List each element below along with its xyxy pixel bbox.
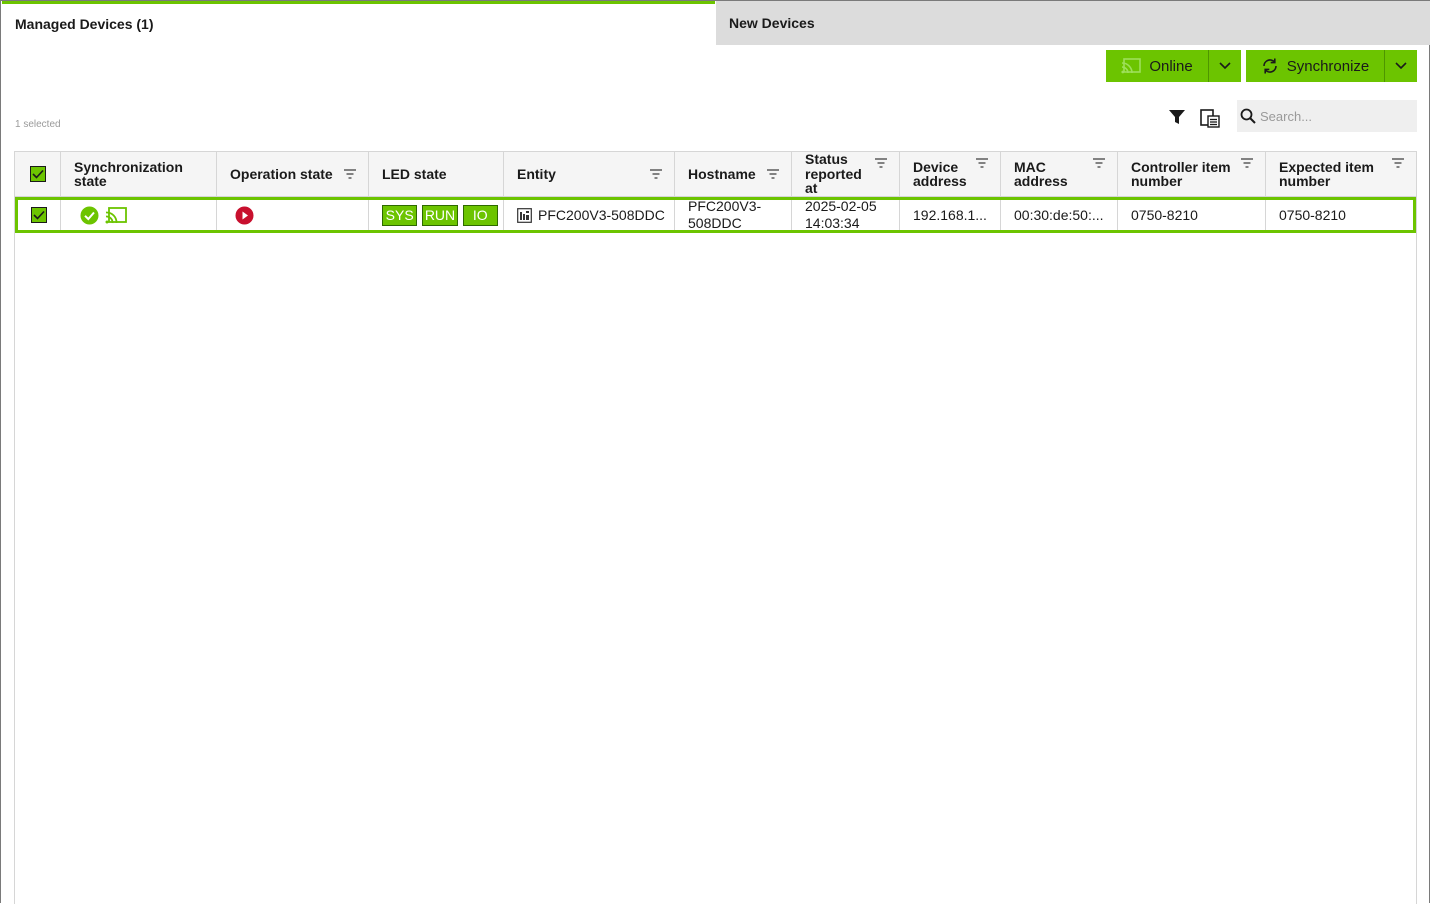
app-frame: Managed Devices (1) New Devices Online S… [0,0,1430,904]
filter-icon[interactable] [1167,107,1187,127]
entity-name: PFC200V3-508DDC [538,207,665,223]
led-io: IO [462,204,498,226]
header-label: Operation state [230,166,333,182]
chevron-down-icon [1219,62,1231,70]
header-label: Controller item number [1131,159,1231,189]
online-button[interactable]: Online [1106,50,1208,82]
cell-sync-state [61,200,217,230]
header-hostname[interactable]: Hostname [675,152,792,196]
cell-expected-item-number: 0750-8210 [1266,200,1413,230]
header-mac-address[interactable]: MAC address [1001,152,1118,196]
tab-new-devices[interactable]: New Devices [716,1,1430,45]
filter-menu-icon[interactable] [650,169,662,179]
row-select-cell [18,200,61,230]
header-status-reported-at[interactable]: Status reported at [792,152,900,196]
header-label: Entity [517,166,556,182]
check-circle-icon [80,206,99,224]
cell-device-address: 192.168.1... [900,200,1001,230]
select-all-checkbox[interactable] [29,166,46,182]
device-address-value: 192.168.1... [913,207,987,223]
cell-controller-item-number: 0750-8210 [1118,200,1266,230]
header-label: MAC address [1014,159,1068,189]
selected-count: 1 selected [15,119,61,130]
header-label: LED state [382,166,447,182]
cell-status-reported-at: 2025-02-05 14:03:34 [792,200,900,230]
header-label: Expected item number [1279,159,1374,189]
header-label: Hostname [688,166,756,182]
mac-address-value: 00:30:de:50:... [1014,207,1104,223]
controller-item-value: 0750-8210 [1131,207,1198,223]
cell-hostname: PFC200V3- 508DDC [675,200,792,230]
online-button-group: Online [1106,50,1241,82]
controller-device-icon [517,207,532,223]
filter-menu-icon[interactable] [976,158,988,168]
search-icon [1240,108,1256,124]
header-sync-state[interactable]: Synchronization state [61,152,217,196]
header-controller-item-number[interactable]: Controller item number [1118,152,1266,196]
grid-header: Synchronization state Operation state LED… [15,152,1416,197]
search-box [1237,100,1417,132]
synchronize-button-group: Synchronize [1246,50,1417,82]
filter-menu-icon[interactable] [767,169,779,179]
header-label: Device address [913,159,967,189]
cast-online-icon [105,206,127,223]
status-timestamp: 2025-02-05 14:03:34 [805,200,877,230]
online-dropdown-button[interactable] [1208,50,1241,82]
filter-menu-icon[interactable] [1241,158,1253,168]
search-input[interactable] [1260,108,1410,124]
column-settings-icon[interactable] [1199,107,1221,129]
header-led-state[interactable]: LED state [369,152,504,196]
header-device-address[interactable]: Device address [900,152,1001,196]
cell-entity: PFC200V3-508DDC [504,200,675,230]
tab-managed-devices[interactable]: Managed Devices (1) [2,1,715,45]
synchronize-button-label: Synchronize [1286,57,1370,75]
header-label: Synchronization state [74,159,183,189]
led-sys: SYS [382,204,418,226]
checkmark-icon [31,169,44,179]
led-run: RUN [422,204,458,226]
online-button-label: Online [1149,57,1193,75]
synchronize-dropdown-button[interactable] [1384,50,1417,82]
sync-icon [1262,58,1277,74]
filter-menu-icon[interactable] [344,169,356,179]
header-expected-item-number[interactable]: Expected item number [1266,152,1416,196]
row-checkbox[interactable] [31,207,47,223]
checkmark-icon [33,210,45,220]
synchronize-button[interactable]: Synchronize [1246,50,1384,82]
table-row[interactable]: SYS RUN IO PFC200V3-508DDC PFC200V3- 508D… [15,197,1416,233]
chevron-down-icon [1395,62,1407,70]
cell-operation-state [217,200,369,230]
filter-menu-icon[interactable] [875,158,887,168]
cell-mac-address: 00:30:de:50:... [1001,200,1118,230]
devices-grid: Synchronization state Operation state LED… [14,151,1417,904]
header-label: Status reported at [805,151,862,197]
tab-bar: Managed Devices (1) New Devices [2,1,1430,45]
header-select-cell [15,152,61,196]
cast-icon [1121,58,1142,74]
play-circle-icon [235,206,254,224]
hostname-value: PFC200V3- 508DDC [688,200,762,230]
header-operation-state[interactable]: Operation state [217,152,369,196]
header-entity[interactable]: Entity [504,152,675,196]
cell-led-state: SYS RUN IO [369,200,504,230]
expected-item-value: 0750-8210 [1279,207,1346,223]
filter-menu-icon[interactable] [1392,158,1404,168]
filter-menu-icon[interactable] [1093,158,1105,168]
